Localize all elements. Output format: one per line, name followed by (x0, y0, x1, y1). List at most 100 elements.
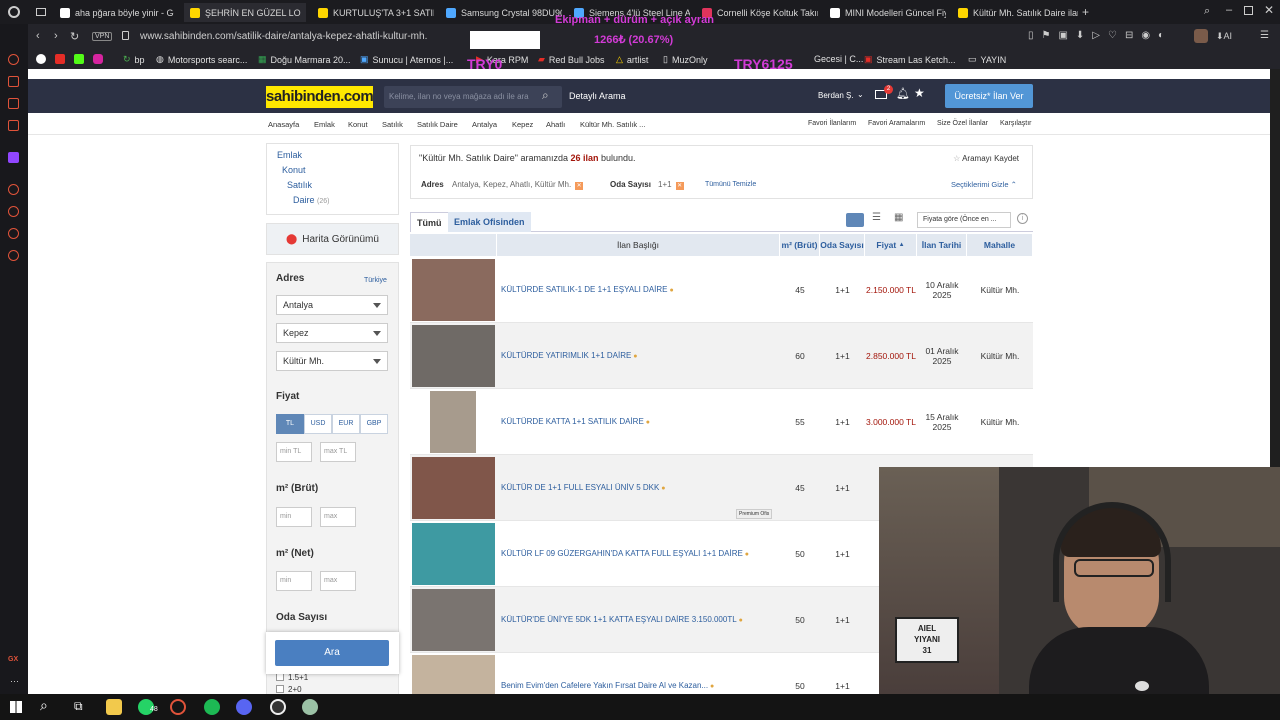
browser-tab[interactable]: ŞEHRİN EN GÜZEL LO✕ (184, 3, 306, 22)
currency-eur[interactable]: EUR (332, 414, 360, 434)
site-logo[interactable]: sahibinden.com (266, 86, 374, 108)
reload-icon[interactable]: ↻ (70, 30, 79, 43)
col-rooms[interactable]: Oda Sayısı (820, 234, 865, 256)
neighborhood-select[interactable]: Kültür Mh. (276, 351, 388, 371)
listing-title-link[interactable]: KÜLTÜR LF 09 GÜZERGAHIN'DA KATTA FULL EŞ… (501, 521, 749, 587)
sidebar-extensions-icon[interactable] (8, 228, 19, 239)
close-window-icon[interactable]: ✕ (1264, 3, 1274, 17)
min-price-input[interactable]: min TL (276, 442, 312, 462)
browser-tab[interactable]: MINI Modelleri Güncel Fiy (824, 3, 946, 22)
bookmark-icons-group[interactable] (36, 54, 103, 64)
listing-title-link[interactable]: KÜLTÜR DE 1+1 FULL ESYALI ÜNİV 5 DKK ● (501, 455, 666, 521)
table-row[interactable]: KÜLTÜRDE YATIRIMLIK 1+1 DAİRE ● 60 1+1 2.85… (410, 323, 1033, 389)
sidebar-speed-icon[interactable] (8, 54, 19, 65)
crumb-konut[interactable]: Konut (348, 120, 368, 129)
save-search-button[interactable]: ☆ Aramayı Kaydet (953, 146, 1019, 171)
table-row[interactable]: KÜLTÜRDE KATTA 1+1 SATILIK DAİRE ● 55 1+1 3… (410, 389, 1033, 455)
col-title[interactable]: İlan Başlığı (497, 234, 780, 256)
sidebar-news-icon[interactable] (8, 98, 19, 109)
category-daire[interactable]: Daire (26) (293, 195, 329, 205)
new-tab-icon[interactable]: + (1082, 5, 1089, 19)
bookmark-gecesi[interactable]: Gecesi | C... (814, 54, 863, 64)
listing-thumbnail[interactable] (412, 589, 495, 651)
listing-title-link[interactable]: KÜLTÜRDE YATIRIMLIK 1+1 DAİRE ● (501, 323, 638, 389)
province-select[interactable]: Antalya (276, 295, 388, 315)
crumb-satilik[interactable]: Satılık (382, 120, 403, 129)
compare-link[interactable]: Karşılaştır (1000, 120, 1032, 127)
category-satilik[interactable]: Satılık (287, 180, 312, 190)
remove-chip-icon[interactable]: ✕ (575, 182, 584, 190)
listing-thumbnail[interactable] (412, 259, 495, 321)
crumb-antalya[interactable]: Antalya (472, 120, 497, 129)
listing-thumbnail[interactable] (412, 523, 495, 585)
search-submit-button[interactable]: Ara (275, 640, 389, 666)
info-icon[interactable]: i (1017, 213, 1028, 224)
forward-icon[interactable]: › (54, 30, 58, 42)
bookmark-artlist[interactable]: △ artlist (616, 54, 648, 65)
browser-tab[interactable]: Samsung Crystal 98DU90 (440, 3, 562, 22)
turkiye-link[interactable]: Türkiye (364, 277, 387, 284)
gross-min-input[interactable]: min (276, 507, 312, 527)
back-icon[interactable]: ‹ (36, 30, 40, 42)
sidebar-more-icon[interactable]: ⋯ (10, 676, 19, 687)
obs-icon[interactable] (270, 699, 286, 715)
currency-tl[interactable]: TL (276, 414, 304, 434)
chevron-down-icon[interactable]: ⌄ (857, 90, 864, 99)
bookmark-motorsports[interactable]: ◍ Motorsports searc... (156, 54, 247, 65)
currency-gbp[interactable]: GBP (360, 414, 388, 434)
listing-title-link[interactable]: Benim Evim'den Cafelere Yakın Fırsat Dai… (501, 653, 714, 694)
opera-gx-icon[interactable] (170, 699, 186, 715)
opera-logo-icon[interactable] (8, 6, 20, 18)
search-icon[interactable]: ⌕ (542, 88, 549, 103)
app-icon[interactable] (302, 699, 318, 715)
special-listings-link[interactable]: Size Özel İlanlar (937, 120, 988, 127)
bookmark-aternos[interactable]: ▣ Sunucu | Aternos |... (360, 54, 453, 65)
listing-title-link[interactable]: KÜLTÜRDE SATILIK-1 DE 1+1 EŞYALI DAİRE ● (501, 257, 674, 323)
tab-all[interactable]: Tümü (410, 212, 449, 232)
bookmark-bp[interactable]: ↻ bp (123, 54, 145, 65)
profile-avatar[interactable] (1194, 29, 1208, 43)
col-district[interactable]: Mahalle (967, 234, 1033, 256)
bookmark-yayin[interactable]: ▭ YAYIN (968, 54, 1006, 65)
site-search-input[interactable]: Kelime, ilan no veya mağaza adı ile ara (384, 86, 562, 108)
bookmark-stream[interactable]: ▣ Stream Las Ketch... (864, 54, 956, 65)
youtube-icon[interactable] (55, 54, 65, 64)
browser-tab[interactable]: Kültür Mh. Satılık Daire ilan (952, 3, 1078, 22)
menu-icon[interactable]: ☰ (1260, 30, 1269, 41)
maximize-icon[interactable] (1244, 6, 1253, 15)
bookmark-dogu-marmara[interactable]: ▦ Doğu Marmara 20... (258, 54, 351, 65)
hide-selected-link[interactable]: Seçtiklerimi Gizle ⌃ (948, 178, 1020, 192)
favorite-listings-link[interactable]: Favori İlanlarım (808, 120, 856, 127)
map-view-button[interactable]: ⬤ Harita Görünümü (266, 223, 399, 255)
detailed-search-link[interactable]: Detaylı Arama (569, 91, 626, 101)
col-price[interactable]: Fiyat ▲ (865, 234, 917, 256)
listing-thumbnail[interactable] (412, 325, 495, 387)
windows-start-icon[interactable] (10, 701, 22, 713)
room-option-1-5[interactable]: 1.5+1 (276, 673, 308, 682)
col-date[interactable]: İlan Tarihi (917, 234, 967, 256)
favorite-searches-link[interactable]: Favori Aramalarım (868, 120, 925, 127)
browser-tab[interactable]: Cornelli Köşe Koltuk Takım (696, 3, 818, 22)
district-select[interactable]: Kepez (276, 323, 388, 343)
list-view-icon[interactable] (846, 213, 864, 227)
crumb-kepez[interactable]: Kepez (512, 120, 533, 129)
listing-thumbnail[interactable] (412, 457, 495, 519)
crumb-satilik-daire[interactable]: Satılık Daire (417, 120, 458, 129)
col-m2[interactable]: m² (Brüt) (780, 234, 820, 256)
tab-office[interactable]: Emlak Ofisinden (448, 212, 531, 232)
instagram-icon[interactable] (93, 54, 103, 64)
google-icon[interactable] (36, 54, 46, 64)
gallery-view-icon[interactable]: ▦ (894, 212, 903, 223)
net-max-input[interactable]: max (320, 571, 356, 591)
minimize-icon[interactable]: – (1226, 4, 1232, 16)
twitch-icon[interactable] (8, 152, 19, 163)
browser-tab[interactable]: KURTULUŞ'TA 3+1 SATILI (312, 3, 434, 22)
remove-chip-icon[interactable]: ✕ (675, 182, 684, 190)
bookmark-redbull[interactable]: ▰ Red Bull Jobs (538, 54, 604, 65)
gx-icon[interactable]: GX (8, 656, 18, 663)
task-view-icon[interactable]: ⧉ (74, 699, 83, 714)
currency-usd[interactable]: USD (304, 414, 332, 434)
table-row[interactable]: KÜLTÜRDE SATILIK-1 DE 1+1 EŞYALI DAİRE ●… (410, 257, 1033, 323)
spotify-icon[interactable] (204, 699, 220, 715)
sidebar-mail-icon[interactable] (8, 120, 19, 131)
